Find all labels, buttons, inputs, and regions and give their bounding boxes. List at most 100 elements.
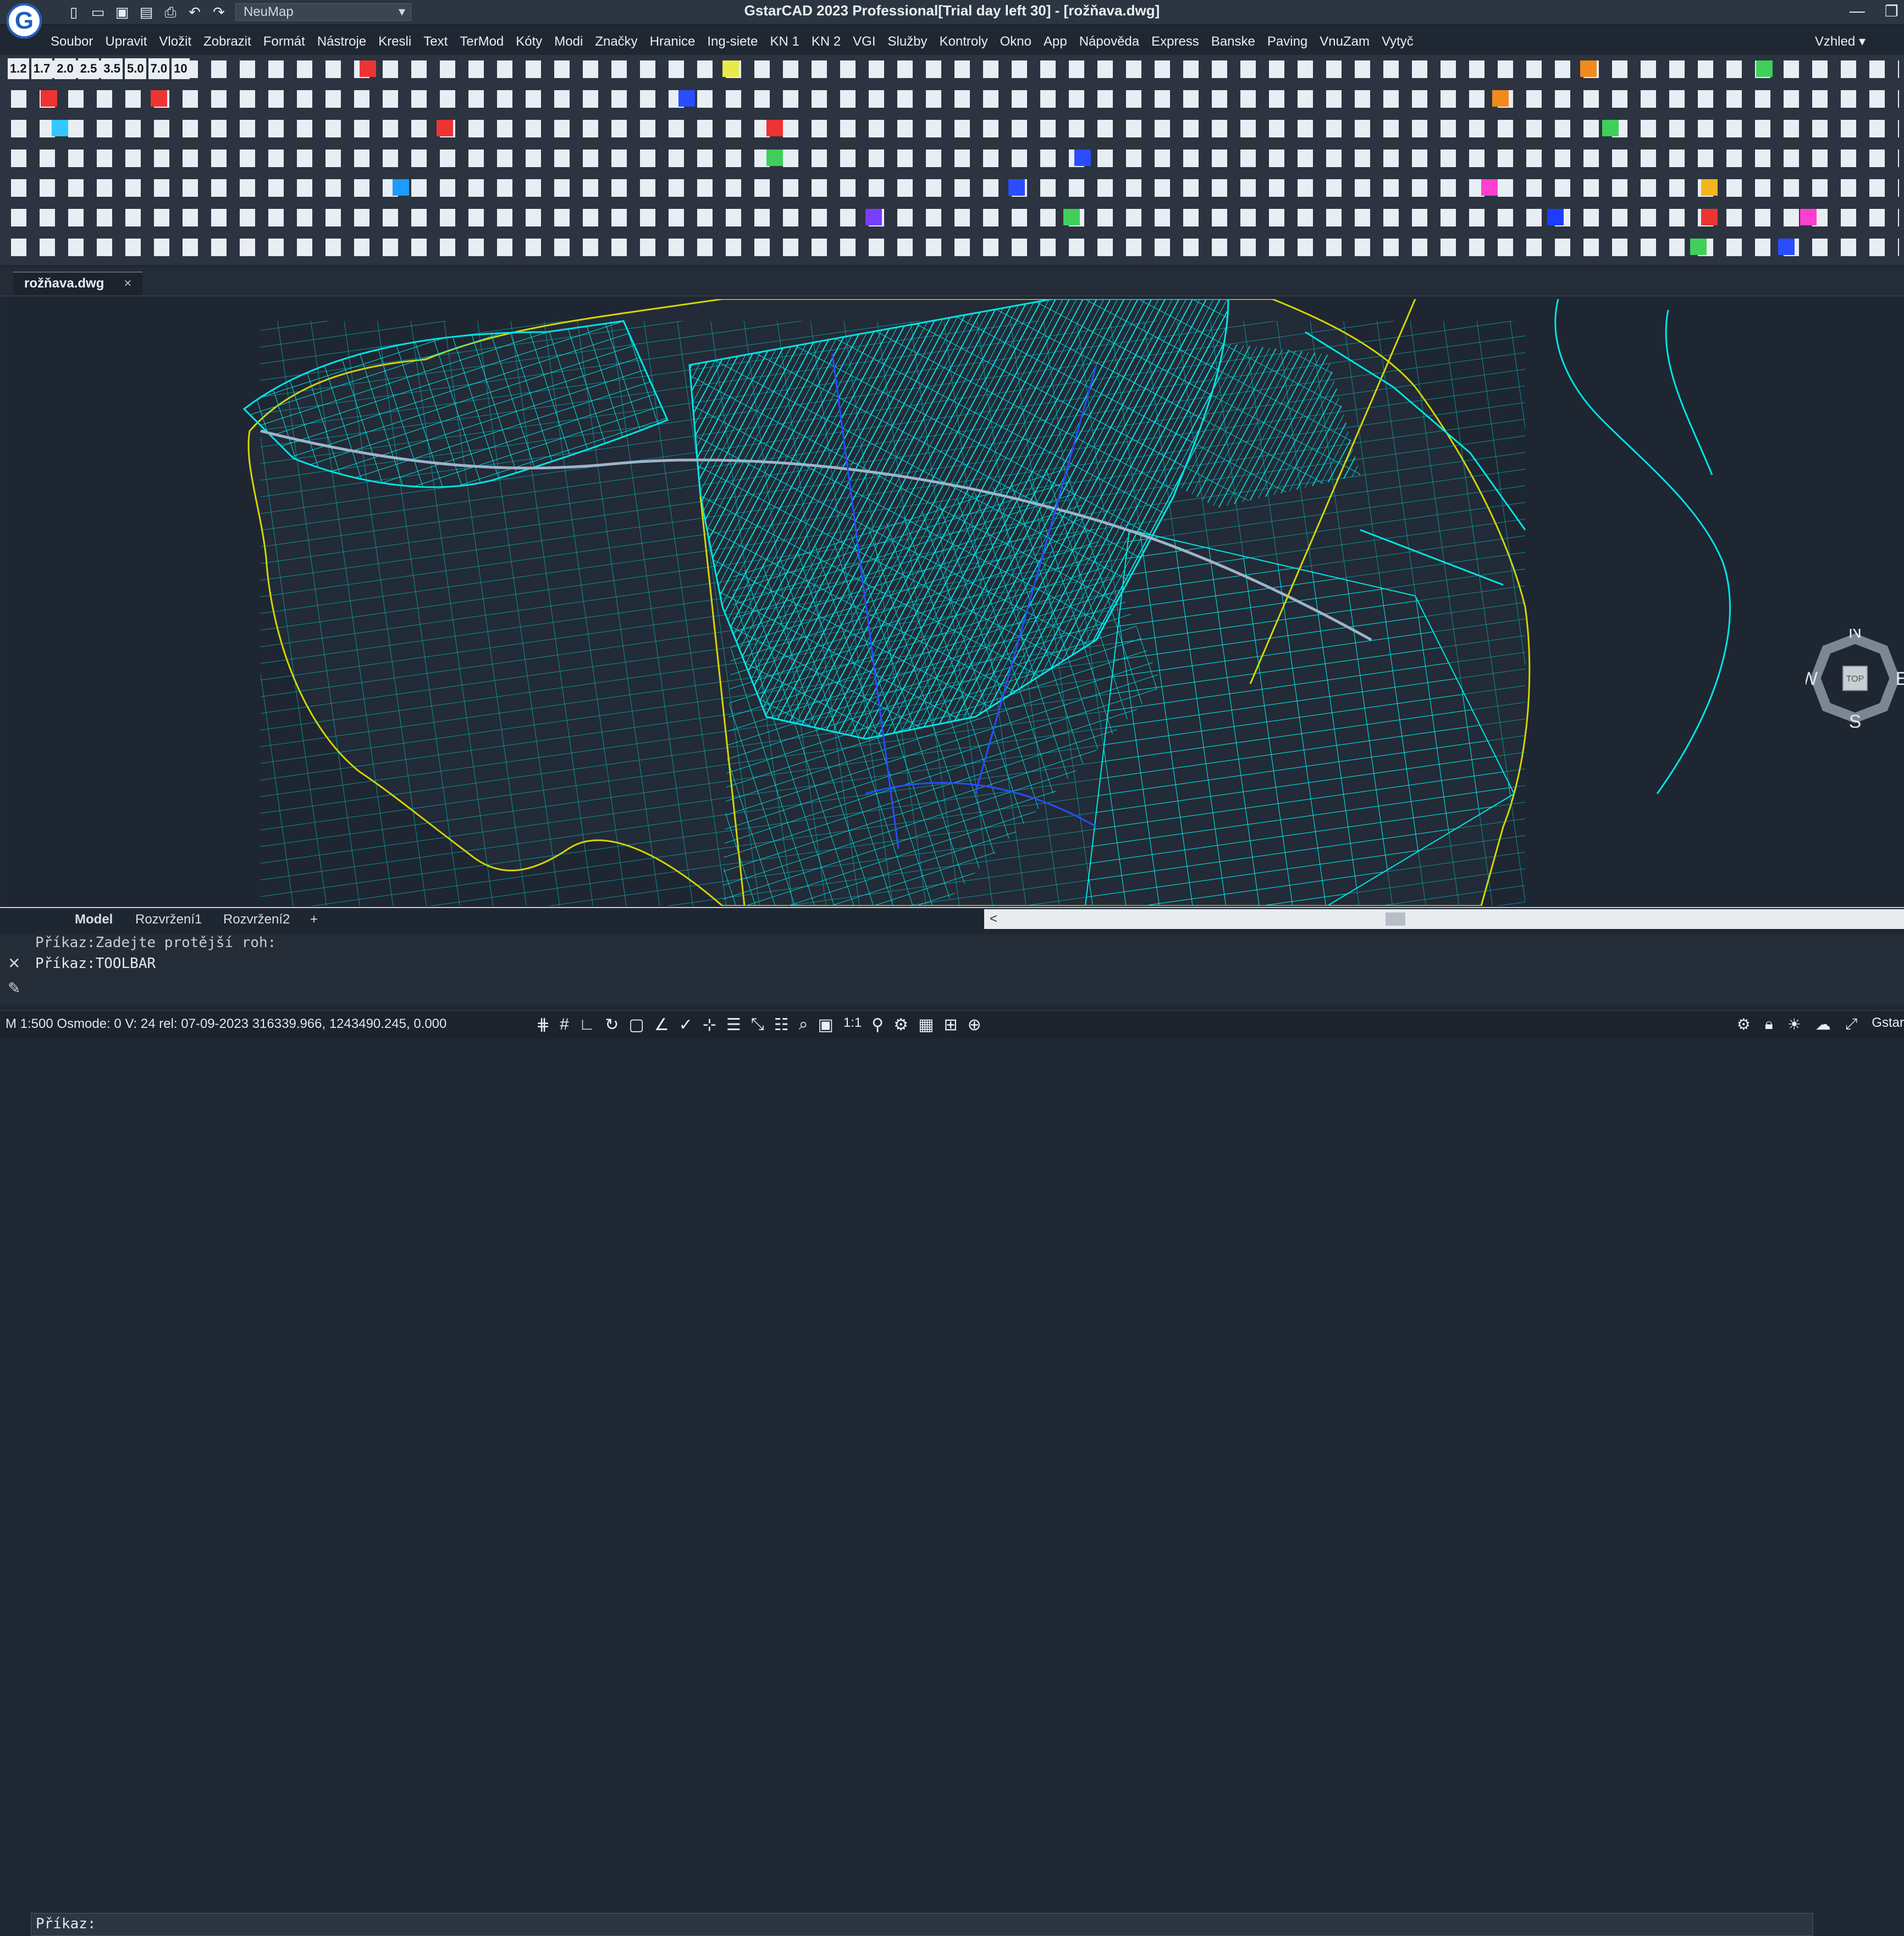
menu-zobrazit[interactable]: Zobrazit (203, 34, 251, 49)
command-input[interactable]: Příkaz: (31, 1913, 1813, 1936)
document-tab[interactable]: rožňava.dwg × (13, 272, 143, 295)
tool-icon[interactable] (1602, 120, 1619, 136)
tool-icon[interactable] (41, 90, 57, 107)
menu-vytyc[interactable]: Vytyč (1382, 34, 1414, 49)
polar-icon[interactable]: ↻ (605, 1015, 619, 1035)
add-icon[interactable]: ⊕ (968, 1015, 981, 1035)
layers-icon[interactable]: ☷ (774, 1015, 789, 1035)
menu-express[interactable]: Express (1151, 34, 1199, 49)
toolbar-row-6[interactable] (8, 203, 1899, 231)
menu-kn1[interactable]: KN 1 (770, 34, 799, 49)
annotation-icon[interactable]: ⚲ (871, 1015, 884, 1035)
toolbar-row-3[interactable] (8, 114, 1899, 142)
otrack-icon[interactable]: ∠ (654, 1015, 669, 1035)
menu-vzhled[interactable]: Vzhled ▾ (1815, 30, 1866, 54)
tool-icon[interactable] (1778, 239, 1795, 255)
height-1-7-button[interactable]: 1.7 (31, 58, 53, 79)
menu-napoveda[interactable]: Nápověda (1079, 34, 1139, 49)
menu-nastroje[interactable]: Nástroje (317, 34, 366, 49)
menu-vlozit[interactable]: Vložit (159, 34, 191, 49)
dyn-icon[interactable]: ✓ (679, 1015, 693, 1035)
tool-icon[interactable] (1492, 90, 1509, 107)
tool-icon[interactable] (1547, 209, 1564, 225)
toolbar-row-4[interactable] (8, 144, 1899, 172)
toolbar-row-5[interactable] (8, 174, 1899, 201)
height-1-2-button[interactable]: 1.2 (8, 58, 29, 79)
menu-sluzby[interactable]: Služby (888, 34, 928, 49)
add-layout-button[interactable]: + (310, 910, 318, 929)
grid-display-icon[interactable]: ▦ (918, 1015, 934, 1035)
menu-modi[interactable]: Modi (554, 34, 583, 49)
grid-snap-icon[interactable]: ⋕ (536, 1015, 550, 1035)
lineweight-icon[interactable]: ☰ (726, 1015, 741, 1035)
menu-vgi[interactable]: VGI (853, 34, 875, 49)
tool-icon[interactable] (393, 179, 409, 196)
compass-south[interactable]: S (1849, 711, 1862, 728)
menu-kn2[interactable]: KN 2 (812, 34, 841, 49)
menu-hranice[interactable]: Hranice (650, 34, 696, 49)
tab-rozvrzeni2[interactable]: Rozvržení2 (223, 910, 290, 929)
ucs-toggle-icon[interactable]: ⊹ (703, 1015, 716, 1035)
view-cube-compass[interactable]: TOP N S E W (1806, 629, 1904, 728)
compass-north[interactable]: N (1848, 629, 1862, 642)
pencil-icon[interactable]: ✎ (8, 979, 24, 997)
tool-icon[interactable] (766, 150, 783, 166)
ortho-icon[interactable]: ∟ (579, 1015, 595, 1035)
drawing-canvas[interactable]: TOP N S E W X Y (8, 299, 1904, 906)
minimize-button[interactable]: — (1850, 2, 1865, 20)
lock-icon[interactable]: 🔒︎ (1765, 1015, 1773, 1033)
menu-okno[interactable]: Okno (1000, 34, 1031, 49)
height-5-0-button[interactable]: 5.0 (124, 58, 146, 79)
height-7-0-button[interactable]: 7.0 (148, 58, 170, 79)
tool-icon[interactable] (1701, 179, 1718, 196)
restore-button[interactable]: ❐ (1885, 2, 1899, 20)
tab-model[interactable]: Model (75, 910, 113, 929)
fullscreen-icon[interactable]: ⤢ (1845, 1015, 1857, 1033)
menu-termod[interactable]: TerMod (460, 34, 504, 49)
toolbar-row-2[interactable] (8, 85, 1899, 112)
gear-icon[interactable]: ⚙ (1737, 1015, 1751, 1033)
tab-rozvrzeni1[interactable]: Rozvržení1 (135, 910, 202, 929)
scroll-left-arrow[interactable]: < (990, 909, 997, 929)
height-2-0-button[interactable]: 2.0 (54, 58, 76, 79)
menu-ing-siete[interactable]: Ing-siete (707, 34, 758, 49)
height-10-button[interactable]: 10 (172, 58, 190, 79)
menu-format[interactable]: Formát (263, 34, 305, 49)
toolbar-row-1[interactable]: 1.2 1.7 2.0 2.5 3.5 5.0 7.0 10 (8, 55, 1899, 82)
menu-banske[interactable]: Banske (1211, 34, 1255, 49)
tool-icon[interactable] (1481, 179, 1498, 196)
selection-icon[interactable]: ⤡ (751, 1015, 764, 1035)
compass-east[interactable]: E (1896, 668, 1904, 689)
tool-icon[interactable] (766, 120, 783, 136)
tool-icon[interactable] (151, 90, 167, 107)
cloud-icon[interactable]: ☁ (1815, 1015, 1831, 1033)
model-space-icon[interactable]: ▣ (818, 1015, 834, 1035)
grid-icon[interactable]: # (560, 1015, 569, 1035)
menu-paving[interactable]: Paving (1267, 34, 1307, 49)
compass-west[interactable]: W (1806, 668, 1818, 689)
menu-vnuzam[interactable]: VnuZam (1320, 34, 1370, 49)
menu-upravit[interactable]: Upravit (105, 34, 147, 49)
close-icon[interactable]: ✕ (8, 954, 24, 972)
zoom-icon[interactable]: ⌕ (799, 1015, 808, 1035)
tool-icon[interactable] (1580, 60, 1597, 77)
osnap-icon[interactable]: ▢ (628, 1015, 644, 1035)
menu-kresli[interactable]: Kresli (378, 34, 411, 49)
tool-icon[interactable] (1701, 209, 1718, 225)
menu-kontroly[interactable]: Kontroly (940, 34, 988, 49)
tool-icon[interactable] (52, 120, 68, 136)
tool-icon[interactable] (1074, 150, 1091, 166)
tool-icon[interactable] (1800, 209, 1817, 225)
height-2-5-button[interactable]: 2.5 (78, 58, 100, 79)
app-logo[interactable]: G (7, 3, 42, 38)
close-icon[interactable]: × (124, 273, 131, 295)
annotation-scale[interactable]: 1:1 (843, 1015, 862, 1035)
menu-soubor[interactable]: Soubor (51, 34, 93, 49)
workspace-icon[interactable]: ⚙ (893, 1015, 908, 1035)
tool-icon[interactable] (360, 60, 376, 77)
menu-znacky[interactable]: Značky (595, 34, 637, 49)
tool-icon[interactable] (1063, 209, 1080, 225)
menu-app[interactable]: App (1044, 34, 1067, 49)
tool-icon[interactable] (678, 90, 695, 107)
horizontal-scrollbar[interactable]: < (984, 909, 1904, 929)
